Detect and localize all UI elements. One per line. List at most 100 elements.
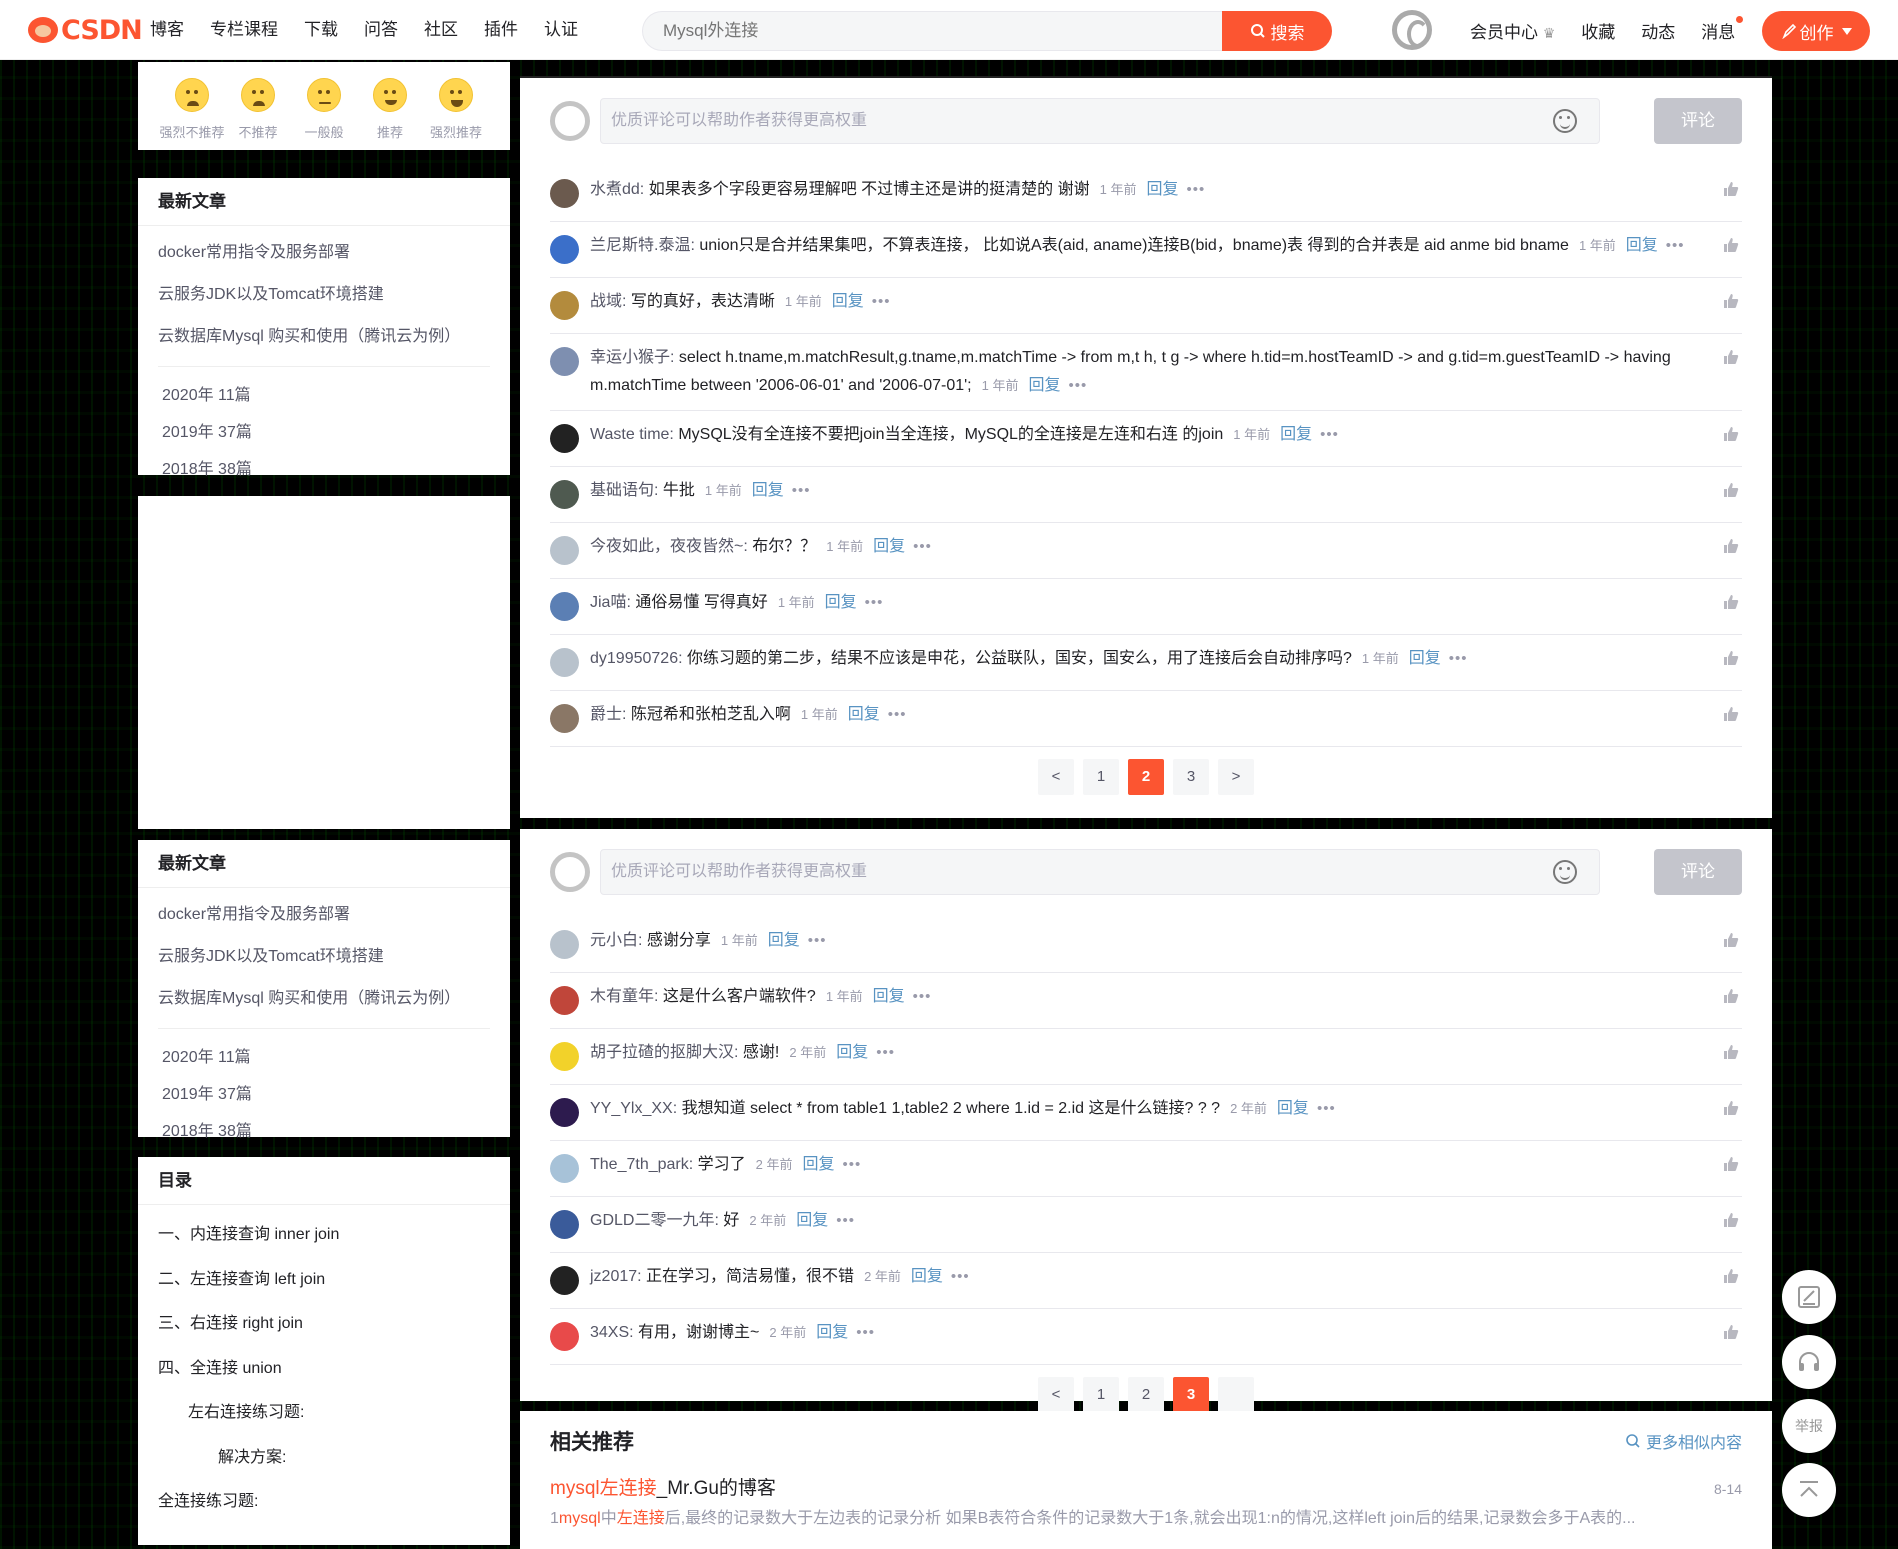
comment-input[interactable]: 优质评论可以帮助作者获得更高权重 [600, 849, 1600, 895]
article-link[interactable]: docker常用指令及服务部署 [158, 894, 490, 936]
pager-prev[interactable]: < [1038, 759, 1074, 795]
more-options-icon[interactable]: ••• [1068, 377, 1087, 394]
thumbs-up-icon[interactable] [1722, 236, 1740, 254]
pager-page-1[interactable]: 1 [1083, 759, 1119, 795]
commenter-name[interactable]: 战域: [590, 293, 626, 310]
more-options-icon[interactable]: ••• [1186, 181, 1205, 198]
more-options-icon[interactable]: ••• [1666, 237, 1685, 254]
reply-button[interactable]: 回复 [816, 1324, 848, 1341]
commenter-name[interactable]: 34XS: [590, 1324, 634, 1341]
thumbs-up-icon[interactable] [1722, 180, 1740, 198]
comment-submit-button[interactable]: 评论 [1654, 98, 1742, 144]
back-to-top-button[interactable] [1782, 1463, 1836, 1517]
archive-link[interactable]: 2020年 11篇 [158, 1039, 334, 1076]
thumbs-up-icon[interactable] [1722, 987, 1740, 1005]
rating-not-recommend[interactable]: 不推荐 [225, 62, 291, 150]
commenter-name[interactable]: 木有童年: [590, 988, 658, 1005]
nav-activity[interactable]: 动态 [1641, 18, 1675, 43]
commenter-name[interactable]: 爵士: [590, 706, 626, 723]
emoji-icon[interactable] [1553, 860, 1577, 884]
archive-link[interactable]: 2018年 38篇 [158, 451, 334, 488]
pager-page-3[interactable]: 3 [1173, 759, 1209, 795]
more-options-icon[interactable]: ••• [951, 1268, 970, 1285]
pager-page-1[interactable]: 1 [1083, 1377, 1119, 1413]
commenter-avatar[interactable] [550, 986, 579, 1015]
rating-strongly-not-recommend[interactable]: 强烈不推荐 [159, 62, 225, 150]
commenter-name[interactable]: 今夜如此，夜夜皆然~: [590, 538, 748, 555]
pager-page-3[interactable]: 3 [1173, 1377, 1209, 1413]
csdn-logo[interactable]: CSDN [28, 14, 143, 46]
reply-button[interactable]: 回复 [1409, 650, 1441, 667]
commenter-name[interactable]: 胡子拉碴的抠脚大汉: [590, 1044, 738, 1061]
thumbs-up-icon[interactable] [1722, 292, 1740, 310]
commenter-avatar[interactable] [550, 1210, 579, 1239]
thumbs-up-icon[interactable] [1722, 348, 1740, 366]
more-options-icon[interactable]: ••• [872, 293, 891, 310]
nav-favorites[interactable]: 收藏 [1581, 18, 1615, 43]
archive-link[interactable]: 2019年 37篇 [158, 414, 334, 451]
emoji-icon[interactable] [1553, 109, 1577, 133]
more-options-icon[interactable]: ••• [792, 482, 811, 499]
rating-strongly-recommend[interactable]: 强烈推荐 [423, 62, 489, 150]
reply-button[interactable]: 回复 [873, 538, 905, 555]
thumbs-up-icon[interactable] [1722, 1155, 1740, 1173]
more-options-icon[interactable]: ••• [836, 1212, 855, 1229]
search-input[interactable] [642, 11, 1224, 51]
commenter-avatar[interactable] [550, 347, 579, 376]
search-button[interactable]: 搜索 [1222, 11, 1332, 51]
nav-download[interactable]: 下载 [304, 0, 338, 60]
reply-button[interactable]: 回复 [796, 1212, 828, 1229]
reply-button[interactable]: 回复 [1626, 237, 1658, 254]
commenter-avatar[interactable] [550, 235, 579, 264]
more-options-icon[interactable]: ••• [865, 594, 884, 611]
commenter-avatar[interactable] [550, 1266, 579, 1295]
more-options-icon[interactable]: ••• [1317, 1100, 1336, 1117]
pager-next[interactable] [1218, 1377, 1254, 1413]
reply-button[interactable]: 回复 [873, 988, 905, 1005]
toc-item[interactable]: 四、全连接 union [158, 1347, 490, 1392]
toc-item[interactable]: 全连接练习题: [158, 1480, 490, 1525]
commenter-avatar[interactable] [550, 480, 579, 509]
more-options-icon[interactable]: ••• [1320, 426, 1339, 443]
toc-item[interactable]: 左右连接练习题: [158, 1391, 490, 1436]
reply-button[interactable]: 回复 [911, 1268, 943, 1285]
more-options-icon[interactable]: ••• [876, 1044, 895, 1061]
thumbs-up-icon[interactable] [1722, 1211, 1740, 1229]
commenter-name[interactable]: YY_Ylx_XX: [590, 1100, 677, 1117]
thumbs-up-icon[interactable] [1722, 649, 1740, 667]
commenter-name[interactable]: GDLD二零一九年: [590, 1212, 719, 1229]
commenter-avatar[interactable] [550, 592, 579, 621]
commenter-name[interactable]: The_7th_park: [590, 1156, 693, 1173]
pager-page-2[interactable]: 2 [1128, 1377, 1164, 1413]
report-button[interactable]: 举报 [1782, 1399, 1836, 1453]
commenter-name[interactable]: 水煮dd: [590, 181, 644, 198]
pager-page-2[interactable]: 2 [1128, 759, 1164, 795]
thumbs-up-icon[interactable] [1722, 593, 1740, 611]
archive-link[interactable]: 2019年 37篇 [158, 1076, 334, 1113]
reply-button[interactable]: 回复 [752, 482, 784, 499]
user-avatar[interactable] [1392, 10, 1432, 50]
more-options-icon[interactable]: ••• [1449, 650, 1468, 667]
more-options-icon[interactable]: ••• [913, 988, 932, 1005]
thumbs-up-icon[interactable] [1722, 705, 1740, 723]
more-options-icon[interactable]: ••• [888, 706, 907, 723]
nav-cert[interactable]: 认证 [544, 0, 578, 60]
commenter-avatar[interactable] [550, 424, 579, 453]
more-options-icon[interactable]: ••• [808, 932, 827, 949]
article-link[interactable]: 云服务JDK以及Tomcat环境搭建 [158, 274, 490, 316]
more-options-icon[interactable]: ••• [856, 1324, 875, 1341]
article-link[interactable]: 云数据库Mysql 购买和使用（腾讯云为例） [158, 978, 490, 1020]
toc-item[interactable]: 解决方案: [158, 1436, 490, 1481]
commenter-name[interactable]: dy19950726: [590, 650, 683, 667]
reply-button[interactable]: 回复 [825, 594, 857, 611]
commenter-avatar[interactable] [550, 1322, 579, 1351]
thumbs-up-icon[interactable] [1722, 931, 1740, 949]
thumbs-up-icon[interactable] [1722, 1323, 1740, 1341]
thumbs-up-icon[interactable] [1722, 425, 1740, 443]
toc-item[interactable]: 三、右连接 right join [158, 1302, 490, 1347]
commenter-name[interactable]: Waste time: [590, 426, 674, 443]
rating-neutral[interactable]: 一般般 [291, 62, 357, 150]
archive-link[interactable]: 2018年 38篇 [158, 1113, 334, 1150]
reply-button[interactable]: 回复 [1146, 181, 1178, 198]
rating-recommend[interactable]: 推荐 [357, 62, 423, 150]
